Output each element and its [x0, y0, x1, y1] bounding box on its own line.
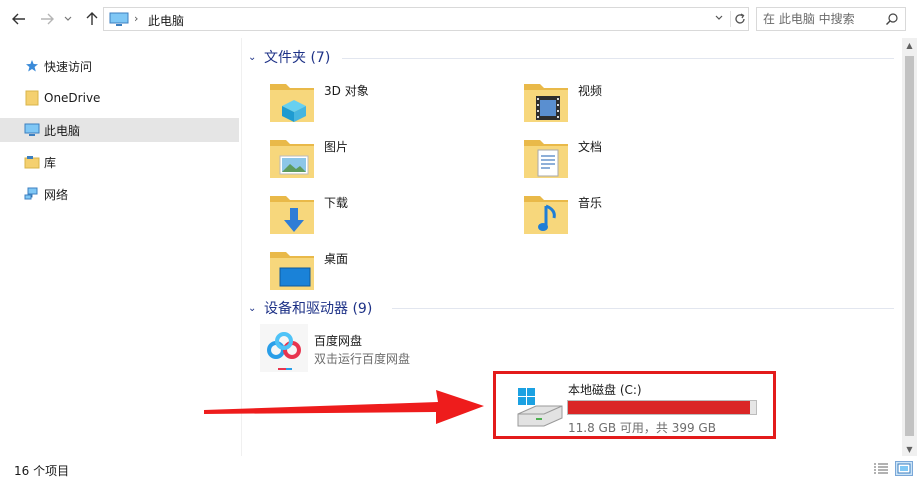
vertical-scrollbar[interactable]: ▲ ▼	[902, 38, 917, 456]
devices-group-title: 设备和驱动器 (9)	[264, 301, 373, 317]
chevron-down-icon[interactable]: ⌄	[248, 303, 262, 314]
arrow-left-icon	[12, 13, 25, 25]
sidebar-item-quick-access[interactable]: 快速访问	[0, 54, 239, 78]
folder-label: 3D 对象	[324, 84, 369, 98]
annotation-highlight-box	[493, 371, 776, 439]
search-box[interactable]	[756, 7, 906, 31]
pictures-folder-icon	[270, 140, 314, 178]
folders-group-title: 文件夹 (7)	[264, 50, 331, 66]
folder-pictures[interactable]: 图片	[268, 132, 508, 184]
breadcrumb-separator-icon[interactable]: ›	[134, 12, 138, 25]
status-bar: 16 个项目	[0, 456, 917, 480]
folders-group-header[interactable]: ⌄ 文件夹 (7)	[248, 47, 330, 67]
baidu-netdisk-icon	[260, 324, 308, 372]
chevron-down-icon	[64, 16, 72, 21]
3d-objects-folder-icon	[270, 84, 314, 122]
downloads-folder-icon	[270, 196, 314, 234]
annotation-arrow-icon	[204, 390, 484, 424]
forward-button[interactable]	[38, 10, 56, 28]
recent-locations-button[interactable]	[62, 10, 74, 28]
this-pc-icon	[109, 12, 129, 30]
folder-videos[interactable]: 视频	[522, 76, 762, 128]
folder-label: 图片	[324, 140, 349, 154]
folder-desktop[interactable]: 桌面	[268, 244, 508, 296]
folder-documents[interactable]: 文档	[522, 132, 762, 184]
folder-3d-objects[interactable]: 3D 对象	[268, 76, 508, 128]
scroll-down-icon[interactable]: ▼	[902, 442, 917, 456]
device-name: 百度网盘	[314, 334, 363, 348]
address-bar[interactable]: › 此电脑	[103, 7, 749, 31]
up-button[interactable]	[83, 10, 101, 28]
arrow-up-icon	[86, 12, 98, 25]
search-icon[interactable]	[885, 12, 899, 29]
folder-label: 下载	[324, 196, 349, 210]
refresh-button[interactable]	[730, 11, 748, 27]
refresh-icon	[734, 13, 745, 24]
chevron-down-icon[interactable]: ⌄	[248, 52, 262, 63]
videos-folder-icon	[524, 84, 568, 122]
star-icon	[24, 58, 40, 74]
library-icon	[24, 154, 40, 170]
sidebar-item-label: 网络	[44, 187, 69, 202]
search-input[interactable]	[763, 11, 881, 27]
sidebar-item-libraries[interactable]: 库	[0, 150, 239, 174]
group-divider	[342, 58, 894, 59]
breadcrumb-this-pc[interactable]: 此电脑	[148, 12, 184, 29]
folder-label: 文档	[578, 140, 603, 154]
desktop-folder-icon	[270, 252, 314, 290]
item-count: 16 个项目	[14, 464, 70, 478]
group-divider	[392, 308, 894, 309]
back-button[interactable]	[10, 10, 28, 28]
sidebar-item-label: 此电脑	[44, 123, 81, 138]
sidebar-item-label: OneDrive	[44, 91, 101, 105]
folder-label: 视频	[578, 84, 603, 98]
network-icon	[24, 186, 40, 202]
device-baidu-netdisk[interactable]: 百度网盘 双击运行百度网盘	[260, 324, 520, 374]
sidebar-item-label: 快速访问	[44, 59, 93, 74]
navigation-toolbar: › 此电脑	[0, 0, 917, 38]
scroll-up-icon[interactable]: ▲	[902, 38, 917, 52]
sidebar-item-label: 库	[44, 155, 57, 170]
documents-folder-icon	[524, 140, 568, 178]
folder-downloads[interactable]: 下载	[268, 188, 508, 240]
details-view-icon[interactable]	[873, 462, 889, 476]
devices-group-header[interactable]: ⌄ 设备和驱动器 (9)	[248, 298, 372, 318]
folder-label: 音乐	[578, 196, 603, 210]
arrow-right-icon	[41, 13, 54, 25]
chevron-down-icon	[715, 15, 723, 20]
folder-label: 桌面	[324, 252, 349, 266]
sidebar-item-this-pc[interactable]: 此电脑	[0, 118, 239, 142]
tiles-view-icon[interactable]	[895, 461, 913, 476]
sidebar-item-onedrive[interactable]: OneDrive	[0, 86, 239, 110]
folder-icon	[24, 90, 40, 106]
device-subtitle: 双击运行百度网盘	[314, 352, 411, 366]
music-folder-icon	[524, 196, 568, 234]
this-pc-icon	[24, 122, 40, 138]
scroll-thumb[interactable]	[905, 56, 914, 436]
folder-music[interactable]: 音乐	[522, 188, 762, 240]
sidebar-item-network[interactable]: 网络	[0, 182, 239, 206]
address-history-button[interactable]	[714, 12, 724, 26]
